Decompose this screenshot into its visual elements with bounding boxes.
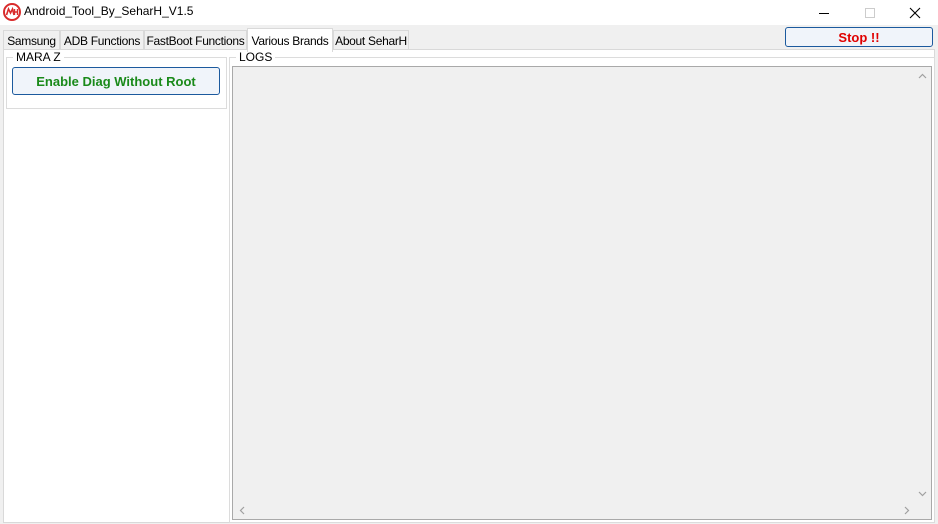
- tab-samsung[interactable]: Samsung: [3, 30, 60, 51]
- chevron-down-icon: [918, 491, 927, 496]
- title-bar: Android_Tool_By_SeharH_V1.5: [0, 0, 938, 25]
- logs-vertical-scrollbar[interactable]: [914, 67, 931, 502]
- tab-various-brands[interactable]: Various Brands: [247, 28, 333, 52]
- mara-z-legend: MARA Z: [13, 50, 64, 64]
- enable-diag-label: Enable Diag Without Root: [36, 73, 196, 89]
- tab-page-various-brands: MARA Z Enable Diag Without Root LOGS: [3, 49, 935, 523]
- scroll-down-button[interactable]: [914, 485, 931, 502]
- maximize-button[interactable]: [847, 0, 893, 25]
- tab-fastboot-functions[interactable]: FastBoot Functions: [144, 30, 247, 51]
- scroll-left-button[interactable]: [233, 502, 250, 519]
- tab-adb-functions[interactable]: ADB Functions: [60, 30, 144, 51]
- minimize-icon: [819, 12, 829, 14]
- stop-button[interactable]: Stop !!: [785, 27, 933, 47]
- tab-label: ADB Functions: [63, 34, 141, 48]
- enable-diag-button[interactable]: Enable Diag Without Root: [12, 67, 220, 95]
- close-button[interactable]: [892, 0, 938, 25]
- scroll-up-button[interactable]: [914, 67, 931, 84]
- app-logo-icon: [3, 3, 21, 21]
- scroll-right-button[interactable]: [898, 502, 915, 519]
- tab-label: About SeharH: [335, 34, 407, 48]
- mara-z-group: MARA Z Enable Diag Without Root: [6, 50, 227, 109]
- tab-label: Various Brands: [251, 33, 329, 48]
- tab-label: FastBoot Functions: [146, 34, 245, 48]
- maximize-icon: [865, 7, 875, 18]
- chevron-right-icon: [904, 506, 909, 515]
- logs-textbox[interactable]: [232, 66, 932, 520]
- logs-group: LOGS: [229, 50, 935, 523]
- window-title: Android_Tool_By_SeharH_V1.5: [24, 4, 194, 18]
- chevron-up-icon: [918, 73, 927, 78]
- stop-button-label: Stop !!: [838, 29, 880, 45]
- logs-legend: LOGS: [236, 50, 276, 64]
- tab-about-seharh[interactable]: About SeharH: [333, 30, 409, 51]
- chevron-left-icon: [239, 506, 244, 515]
- close-icon: [909, 7, 921, 18]
- logs-horizontal-scrollbar[interactable]: [233, 502, 915, 519]
- minimize-button[interactable]: [801, 0, 847, 25]
- tab-label: Samsung: [7, 34, 56, 48]
- client-area: Samsung ADB Functions FastBoot Functions…: [0, 25, 938, 524]
